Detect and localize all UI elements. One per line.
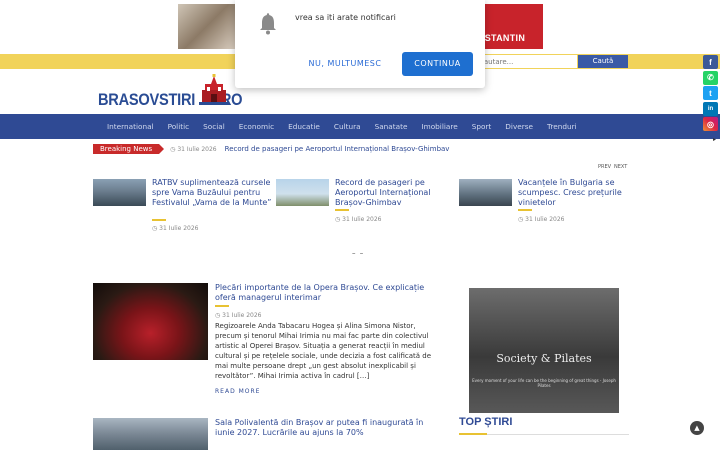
facebook-icon[interactable]: f — [703, 55, 718, 69]
carousel-title[interactable]: Record de pasageri pe Aeroportul Interna… — [335, 178, 455, 208]
carousel-title[interactable]: Vacanțele în Bulgaria se scumpesc. Cresc… — [518, 178, 638, 208]
twitter-icon[interactable]: t — [703, 86, 718, 100]
nav-item-international[interactable]: International — [107, 122, 154, 131]
read-more-link[interactable]: READ MORE — [215, 388, 260, 395]
carousel-item[interactable]: Vacanțele în Bulgaria se scumpesc. Cresc… — [459, 178, 639, 238]
nav-item-imobiliare[interactable]: Imobiliare — [421, 122, 457, 131]
title-accent — [518, 209, 532, 211]
search-input[interactable] — [475, 55, 577, 68]
bell-icon — [260, 13, 276, 35]
accept-button[interactable]: CONTINUA — [402, 52, 473, 76]
nav-item-sanatate[interactable]: Sanatate — [375, 122, 408, 131]
nav-item-social[interactable]: Social — [203, 122, 225, 131]
nav-item-educatie[interactable]: Educatie — [288, 122, 320, 131]
carousel-item[interactable]: RATBV suplimentează cursele spre Vama Bu… — [93, 178, 273, 238]
castle-icon — [199, 74, 229, 105]
breaking-news-label: Breaking News — [93, 144, 160, 154]
scroll-to-top-button[interactable]: ▲ — [690, 421, 704, 435]
article-title[interactable]: Sala Polivalentă din Brașov ar putea fi … — [215, 418, 435, 438]
title-accent — [152, 219, 166, 221]
nav-item-diverse[interactable]: Diverse — [505, 122, 533, 131]
carousel-prev[interactable]: PREV — [598, 164, 611, 170]
carousel-date: ◷ 31 Iulie 2026 — [152, 225, 199, 232]
carousel-title[interactable]: RATBV suplimentează cursele spre Vama Bu… — [152, 178, 272, 208]
decline-button[interactable]: NU, MULTUMESC — [305, 53, 385, 75]
carousel-date: ◷ 31 Iulie 2026 — [518, 216, 565, 223]
sidebar-ad-pilates[interactable]: Society & Pilates Every moment of your l… — [469, 288, 619, 413]
instagram-icon[interactable]: ◎ — [703, 117, 718, 131]
title-accent — [215, 305, 229, 307]
breaking-news-link[interactable]: Record de pasageri pe Aeroportul Interna… — [225, 145, 450, 153]
carousel-next[interactable]: NEXT — [614, 164, 627, 170]
nav-item-politic[interactable]: Politic — [168, 122, 190, 131]
article-date: ◷ 31 Iulie 2026 — [215, 312, 262, 319]
carousel-image-airport — [276, 179, 329, 206]
carousel-date: ◷ 31 Iulie 2026 — [335, 216, 382, 223]
nav-items: International Politic Social Economic Ed… — [107, 114, 591, 139]
carousel-image-bulgaria — [459, 179, 512, 206]
ad-subtitle: Every moment of your life can be the beg… — [472, 378, 616, 388]
notification-permission-popup: vrea sa iti arate notificari NU, MULTUME… — [235, 0, 485, 88]
nav-item-economic[interactable]: Economic — [239, 122, 274, 131]
article-image-sala[interactable] — [93, 418, 208, 450]
nav-item-sport[interactable]: Sport — [472, 122, 492, 131]
breaking-news-bar: Breaking News ◷ 31 Iulie 2026 Record de … — [93, 144, 449, 154]
search-button[interactable]: Caută — [578, 55, 628, 68]
article-image-opera[interactable] — [93, 283, 208, 360]
title-accent — [335, 209, 349, 211]
heading-accent — [459, 433, 487, 435]
nav-item-cultura[interactable]: Cultura — [334, 122, 361, 131]
article-excerpt: Regizoarele Anda Tabacaru Hogea și Alina… — [215, 322, 432, 380]
breaking-date: ◷ 31 Iulie 2026 — [170, 145, 217, 153]
social-share-bar: f ✆ t in ◎ — [703, 55, 719, 133]
carousel-dots[interactable]: – – — [352, 249, 364, 257]
top-stiri-heading: TOP ȘTIRI — [459, 416, 513, 428]
nav-item-trenduri[interactable]: Trenduri — [547, 122, 577, 131]
ad-title: Society & Pilates — [496, 352, 592, 365]
ad-photo — [178, 4, 235, 49]
main-nav: International Politic Social Economic Ed… — [0, 114, 720, 139]
carousel-item[interactable]: Record de pasageri pe Aeroportul Interna… — [276, 178, 456, 238]
carousel-image-bus — [93, 179, 146, 206]
share-toggle-icon[interactable]: ▸ — [713, 136, 716, 143]
article-title[interactable]: Plecări importante de la Opera Brașov. C… — [215, 283, 435, 303]
breaking-arrow — [159, 144, 165, 154]
popup-message: vrea sa iti arate notificari — [295, 13, 396, 22]
whatsapp-icon[interactable]: ✆ — [703, 70, 718, 85]
linkedin-icon[interactable]: in — [703, 101, 718, 116]
